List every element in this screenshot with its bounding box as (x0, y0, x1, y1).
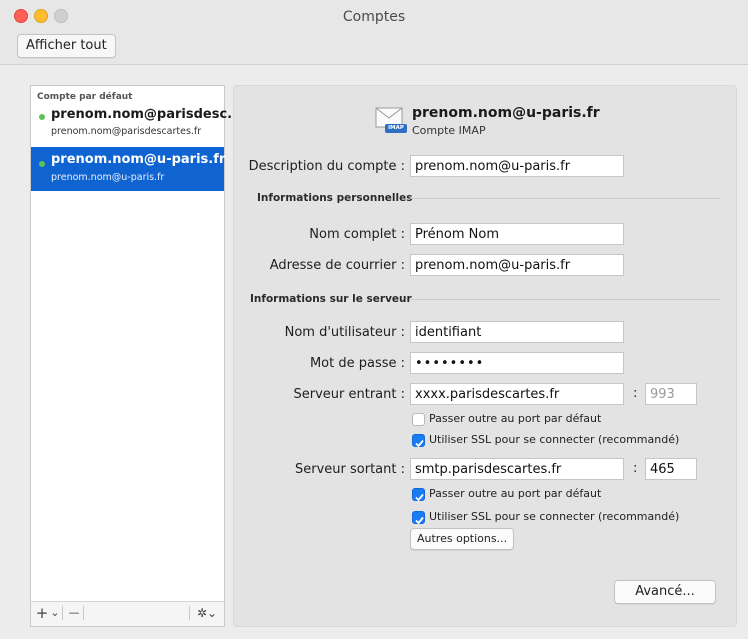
toolbar-divider (83, 606, 84, 620)
account-title: prenom.nom@parisdesc... (51, 107, 243, 122)
outgoing-use-ssl-checkbox[interactable] (412, 511, 425, 525)
section-divider (410, 299, 720, 300)
email-address-input[interactable]: prenom.nom@u-paris.fr (410, 254, 624, 276)
toolbar-divider (189, 606, 190, 620)
incoming-override-port-checkbox[interactable] (412, 413, 425, 426)
account-type-label: Compte IMAP (412, 124, 486, 137)
outgoing-port-input[interactable]: 465 (645, 458, 697, 480)
section-divider (410, 198, 720, 199)
port-separator: : (633, 461, 638, 476)
checkmark-icon (415, 493, 424, 502)
remove-account-button[interactable]: — (66, 604, 82, 622)
account-online-status-icon (39, 161, 45, 167)
advanced-button[interactable]: Avancé... (614, 580, 716, 604)
outgoing-use-ssl-label: Utiliser SSL pour se connecter (recomman… (429, 510, 680, 523)
outgoing-override-port-label: Passer outre au port par défaut (429, 487, 602, 500)
imap-icon-text: IMAP (388, 125, 404, 131)
full-name-input[interactable]: Prénom Nom (410, 223, 624, 245)
checkmark-icon (415, 516, 424, 525)
account-subtitle: prenom.nom@u-paris.fr (51, 172, 165, 183)
show-all-button[interactable]: Afficher tout (17, 34, 116, 58)
personal-info-section-heading: Informations personnelles (257, 192, 413, 204)
incoming-use-ssl-label: Utiliser SSL pour se connecter (recomman… (429, 433, 680, 446)
outgoing-override-port-checkbox[interactable] (412, 488, 425, 502)
username-label: Nom d'utilisateur : (284, 325, 405, 340)
password-label: Mot de passe : (309, 356, 405, 371)
full-name-label: Nom complet : (309, 227, 405, 242)
email-address-label: Adresse de courrier : (269, 258, 405, 273)
window-title: Comptes (342, 9, 406, 25)
default-account-header: Compte par défaut (37, 92, 133, 102)
server-info-section-heading: Informations sur le serveur (250, 293, 412, 305)
sidebar-toolbar: + ⌄ — ✲⌄ (31, 601, 224, 626)
incoming-server-label: Serveur entrant : (293, 387, 406, 402)
port-separator: : (633, 386, 638, 401)
add-account-menu-chevron-icon[interactable]: ⌄ (49, 604, 61, 622)
incoming-server-input[interactable]: xxxx.parisdescartes.fr (410, 383, 624, 405)
gear-menu-icon[interactable]: ✲⌄ (193, 604, 221, 622)
checkmark-icon (415, 439, 424, 448)
account-email-heading: prenom.nom@u-paris.fr (412, 105, 600, 121)
account-subtitle: prenom.nom@parisdescartes.fr (51, 126, 202, 137)
account-online-status-icon (39, 114, 45, 120)
add-account-button[interactable]: + (35, 604, 49, 622)
imap-mail-icon: IMAP (375, 107, 409, 135)
toolbar-divider (62, 606, 63, 620)
incoming-port-input[interactable]: 993 (645, 383, 697, 405)
description-label: Description du compte : (248, 159, 405, 174)
account-list-item-u-paris[interactable]: prenom.nom@u-paris.fr prenom.nom@u-paris… (31, 147, 226, 191)
accounts-sidebar: Compte par défaut prenom.nom@parisdesc..… (30, 85, 242, 627)
description-input[interactable]: prenom.nom@u-paris.fr (410, 155, 624, 177)
outgoing-server-label: Serveur sortant : (295, 462, 405, 477)
account-title: prenom.nom@u-paris.fr (51, 152, 226, 167)
outgoing-server-input[interactable]: smtp.parisdescartes.fr (410, 458, 624, 480)
account-list-item-parisdescartes[interactable]: prenom.nom@parisdesc... prenom.nom@paris… (31, 104, 242, 144)
incoming-override-port-label: Passer outre au port par défaut (429, 412, 602, 425)
incoming-use-ssl-checkbox[interactable] (412, 434, 425, 448)
more-options-button[interactable]: Autres options... (410, 528, 515, 550)
password-input[interactable]: •••••••• (410, 352, 624, 374)
username-input[interactable]: identifiant (410, 321, 624, 343)
